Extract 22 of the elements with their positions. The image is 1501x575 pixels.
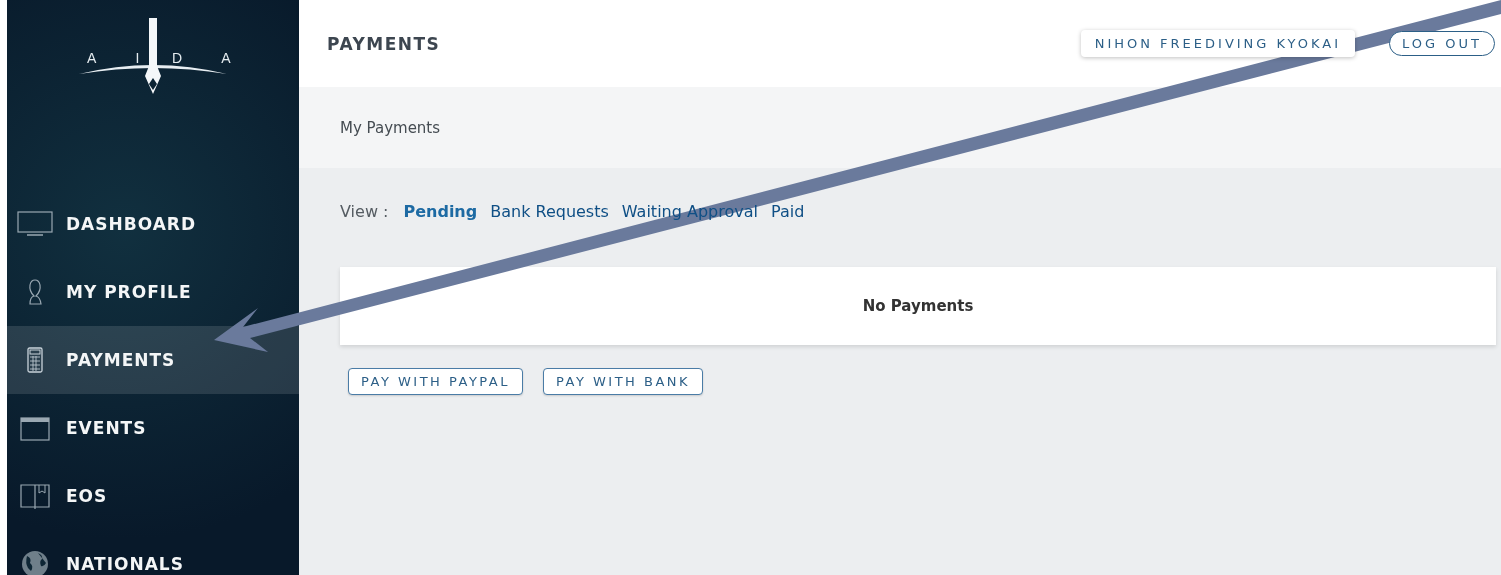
sidebar-item[interactable]: MY PROFILE (7, 258, 299, 326)
sidebar-item[interactable]: DASHBOARD (7, 190, 299, 258)
empty-message: No Payments (862, 297, 974, 315)
organization-button[interactable]: NIHON FREEDIVING KYOKAI (1080, 30, 1356, 57)
calendar-icon (17, 415, 53, 441)
breadcrumb: My Payments (340, 118, 441, 137)
sidebar-item[interactable]: EOS (7, 462, 299, 530)
page-title: PAYMENTS (327, 33, 442, 54)
pay-button[interactable]: PAY WITH PAYPAL (348, 368, 523, 395)
sidebar-item[interactable]: PAYMENTS (7, 326, 299, 394)
book-icon (17, 483, 53, 509)
filter-link[interactable]: Paid (770, 202, 805, 221)
pay-button[interactable]: PAY WITH BANK (543, 368, 704, 395)
filter-link[interactable]: Pending (403, 202, 478, 221)
sidebar-item[interactable]: NATIONALS (7, 530, 299, 575)
sidebar-item[interactable]: EVENTS (7, 394, 299, 462)
filter-link[interactable]: Bank Requests (490, 202, 609, 221)
logo-letters: D A (172, 50, 249, 66)
monitor-icon (17, 211, 53, 237)
view-label: View : (340, 202, 389, 221)
logo-letters: A I (87, 50, 158, 66)
logout-button[interactable]: LOG OUT (1389, 31, 1495, 56)
